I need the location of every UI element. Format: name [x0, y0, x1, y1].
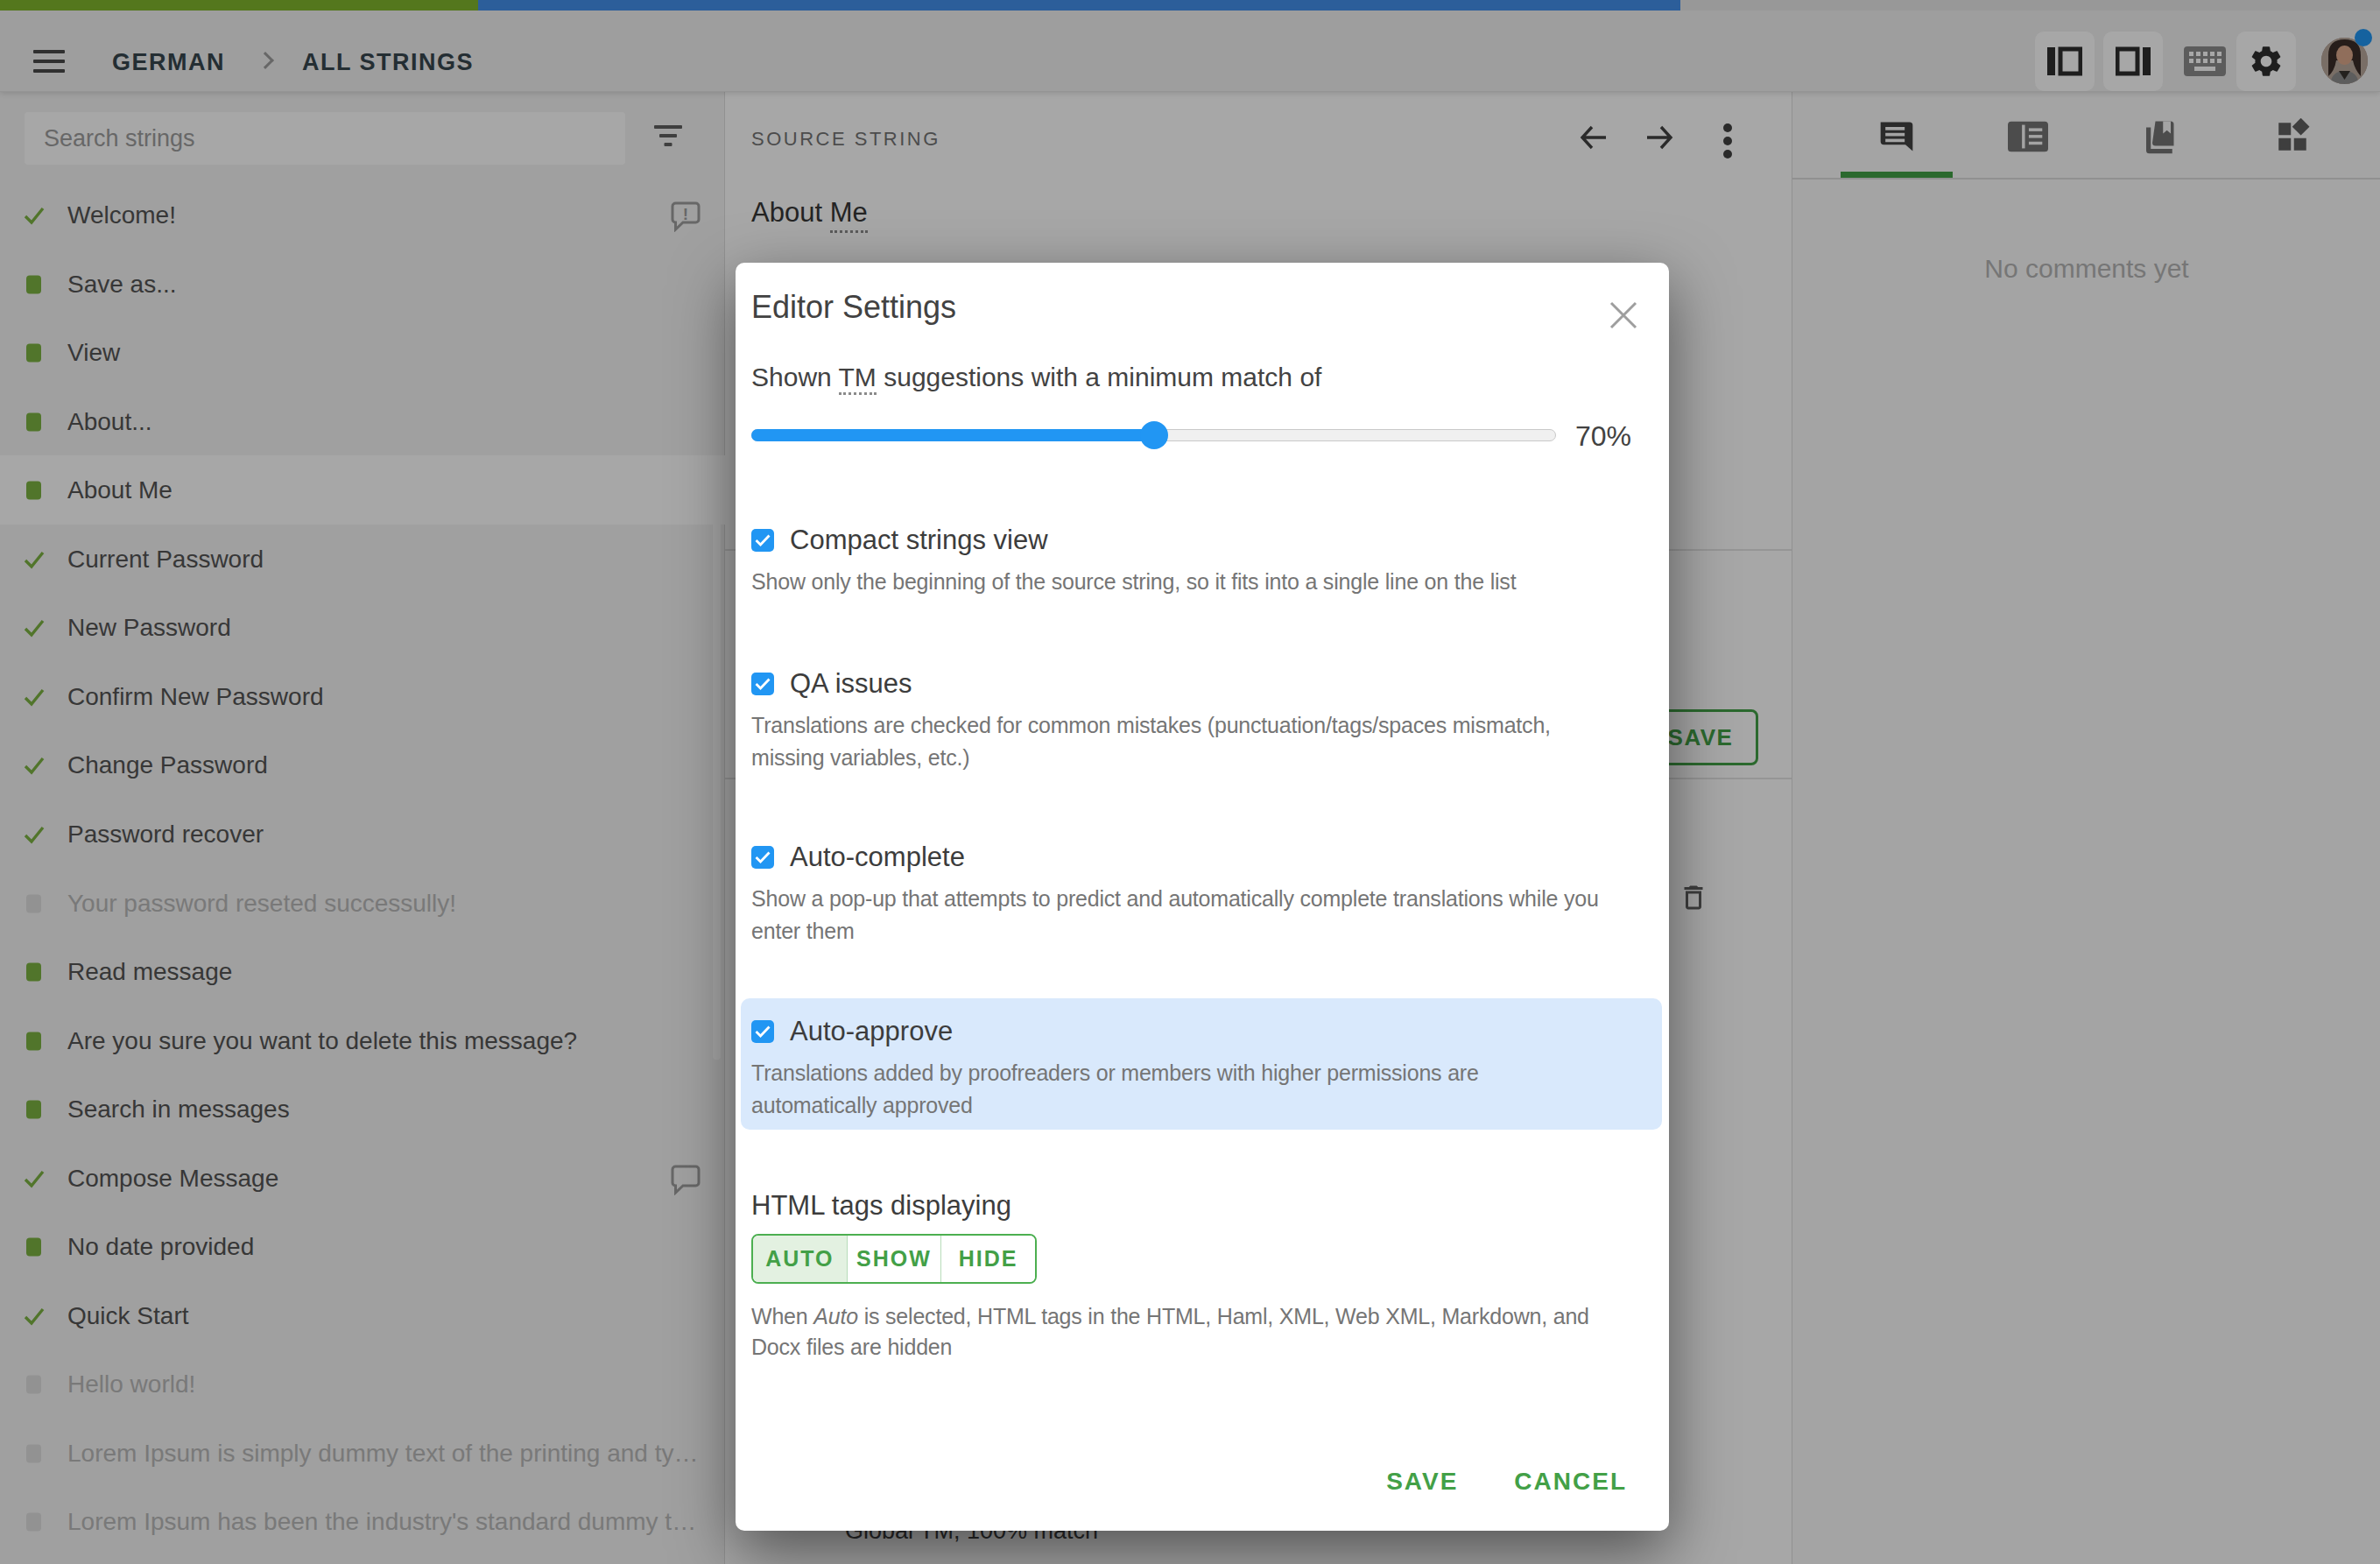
- setting-option: Compact strings view Show only the beginn…: [751, 524, 1644, 598]
- option-label[interactable]: Auto-complete: [790, 842, 965, 873]
- cancel-button[interactable]: CANCEL: [1514, 1468, 1627, 1496]
- checkbox-checked[interactable]: [751, 846, 774, 869]
- html-tags-heading: HTML tags displaying: [751, 1190, 1011, 1222]
- html-tags-hide-button[interactable]: HIDE: [941, 1236, 1035, 1282]
- save-button[interactable]: SAVE: [1386, 1468, 1458, 1496]
- html-tags-description: When Auto is selected, HTML tags in the …: [751, 1301, 1592, 1363]
- setting-option: Auto-complete Show a pop-up that attempts…: [751, 841, 1644, 948]
- slider-value: 70%: [1575, 420, 1631, 453]
- option-description: Show a pop-up that attempts to predict a…: [751, 883, 1644, 948]
- option-description: Translations added by proofreaders or me…: [751, 1057, 1574, 1122]
- option-label[interactable]: Compact strings view: [790, 525, 1048, 556]
- option-description: Show only the beginning of the source st…: [751, 566, 1644, 598]
- checkbox-checked[interactable]: [751, 529, 774, 552]
- tm-suggestions-label: Shown TM suggestions with a minimum matc…: [751, 363, 1321, 392]
- setting-option: QA issues Translations are checked for co…: [751, 667, 1644, 774]
- close-icon[interactable]: [1608, 299, 1639, 331]
- setting-option: Auto-approve Translations added by proofr…: [751, 1015, 1644, 1122]
- option-description: Translations are checked for common mist…: [751, 709, 1574, 774]
- html-tags-auto-button[interactable]: AUTO: [753, 1236, 848, 1282]
- option-label[interactable]: QA issues: [790, 668, 912, 700]
- checkbox-checked[interactable]: [751, 1020, 774, 1043]
- html-tags-show-button[interactable]: SHOW: [848, 1236, 942, 1282]
- dialog-title: Editor Settings: [751, 289, 956, 326]
- tm-term[interactable]: TM: [839, 363, 877, 395]
- checkbox-checked[interactable]: [751, 673, 774, 695]
- tm-match-slider[interactable]: [751, 421, 1556, 449]
- option-label[interactable]: Auto-approve: [790, 1016, 953, 1047]
- editor-settings-dialog: Editor Settings Shown TM suggestions wit…: [736, 263, 1669, 1531]
- html-tags-toggle: AUTO SHOW HIDE: [751, 1234, 1037, 1284]
- slider-thumb[interactable]: [1140, 421, 1168, 449]
